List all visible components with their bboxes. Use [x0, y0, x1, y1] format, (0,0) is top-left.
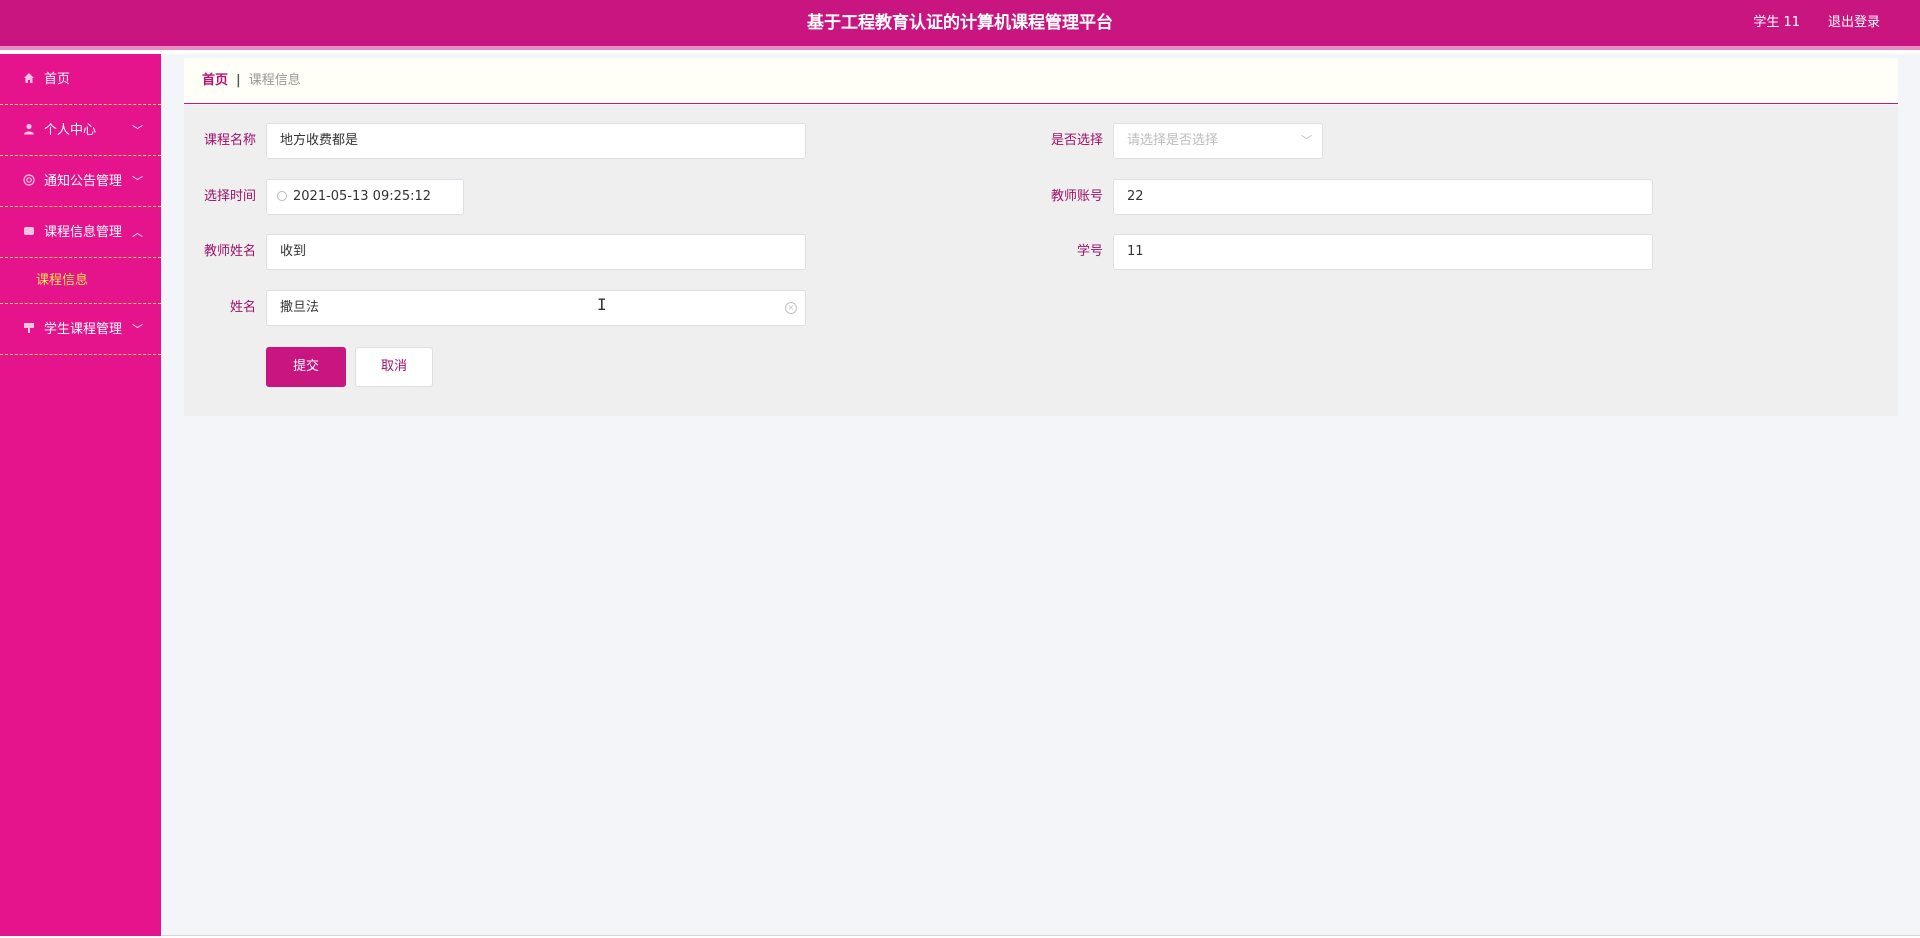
course-name-label: 课程名称 — [203, 133, 256, 148]
sidebar-item-label: 通知公告管理 — [44, 174, 123, 189]
student-id-input[interactable]: 11 — [1113, 234, 1653, 270]
breadcrumb-home[interactable]: 首页 — [202, 73, 228, 88]
current-user: 学生 11 — [1753, 15, 1800, 30]
sidebar-item-label: 首页 — [44, 72, 71, 87]
notice-icon — [22, 156, 36, 207]
sidebar: 首页 个人中心 ﹀ 通知公告管理 ﹀ 课程信息管理 ︿ 课程信息 学生课程管理 … — [0, 54, 161, 936]
clock-icon — [277, 191, 287, 201]
teacher-account-label: 教师账号 — [1050, 189, 1103, 204]
select-time-picker[interactable]: 2021-05-13 09:25:12 — [266, 179, 464, 215]
home-icon — [22, 54, 36, 105]
breadcrumb: 首页 | 课程信息 — [184, 58, 1898, 104]
sidebar-item-label: 学生课程管理 — [44, 322, 123, 337]
teacher-name-input[interactable]: 收到 — [266, 234, 806, 270]
sidebar-item-label: 课程信息管理 — [44, 225, 123, 240]
submit-button[interactable]: 提交 — [266, 347, 346, 387]
name-label: 姓名 — [229, 300, 256, 315]
student-course-icon — [22, 304, 36, 355]
is-selected-label: 是否选择 — [1050, 133, 1103, 148]
breadcrumb-current: 课程信息 — [248, 73, 301, 88]
teacher-account-input[interactable]: 22 — [1113, 179, 1653, 215]
sidebar-item-label: 个人中心 — [44, 123, 97, 138]
chevron-down-icon: ﹀ — [132, 323, 143, 336]
name-value: 撒旦法 — [280, 300, 320, 315]
sidebar-item-personal-center[interactable]: 个人中心 ﹀ — [0, 105, 161, 156]
course-name-input[interactable]: 地方收费都是 — [266, 123, 806, 159]
sidebar-item-student-course-management[interactable]: 学生课程管理 ﹀ — [0, 304, 161, 355]
chevron-down-icon: ﹀ — [132, 124, 143, 137]
user-icon — [22, 105, 36, 156]
clear-icon[interactable]: × — [785, 302, 797, 314]
sidebar-item-course-management[interactable]: 课程信息管理 ︿ — [0, 207, 161, 258]
chevron-down-icon: ﹀ — [132, 175, 143, 188]
student-id-label: 学号 — [1076, 244, 1103, 259]
top-header: 基于工程教育认证的计算机课程管理平台 学生 11 退出登录 — [0, 0, 1920, 50]
sidebar-item-notice-management[interactable]: 通知公告管理 ﹀ — [0, 156, 161, 207]
course-icon — [22, 207, 36, 258]
name-input[interactable]: 撒旦法 × — [266, 290, 806, 326]
select-time-label: 选择时间 — [203, 189, 256, 204]
teacher-name-label: 教师姓名 — [203, 244, 256, 259]
app-title: 基于工程教育认证的计算机课程管理平台 — [807, 13, 1113, 33]
chevron-up-icon: ︿ — [132, 226, 143, 239]
is-selected-select[interactable]: 请选择是否选择 ﹀ — [1113, 123, 1323, 159]
logout-link[interactable]: 退出登录 — [1828, 0, 1880, 46]
text-cursor-icon: I — [597, 295, 607, 314]
breadcrumb-separator: | — [236, 73, 241, 88]
cancel-button[interactable]: 取消 — [355, 347, 433, 387]
select-time-value: 2021-05-13 09:25:12 — [293, 189, 432, 204]
is-selected-placeholder: 请选择是否选择 — [1127, 133, 1219, 148]
sidebar-subitem-course-info[interactable]: 课程信息 — [0, 258, 161, 304]
sidebar-item-home[interactable]: 首页 — [0, 54, 161, 105]
chevron-down-icon: ﹀ — [1301, 134, 1312, 147]
divider — [161, 935, 1920, 936]
